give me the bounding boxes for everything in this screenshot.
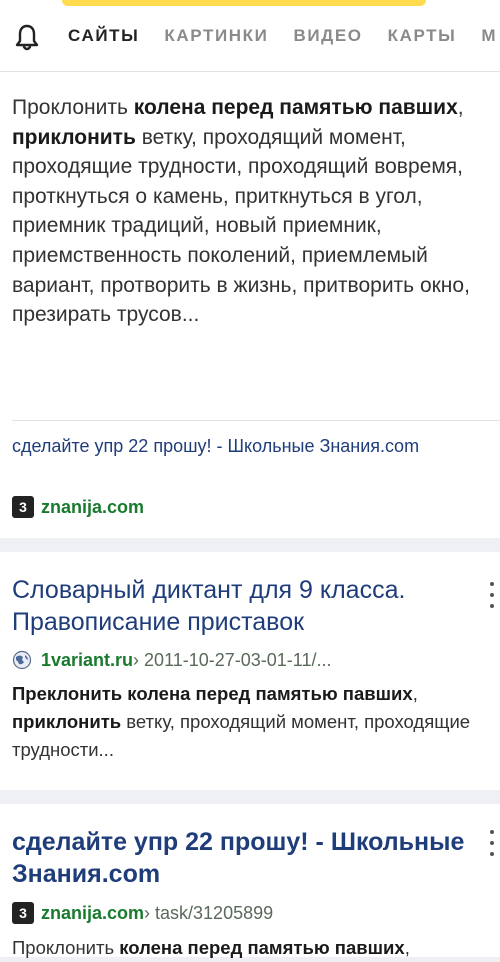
top-navigation-bar: САЙТЫ КАРТИНКИ ВИДЕО КАРТЫ М — [0, 0, 500, 72]
tab-sites[interactable]: САЙТЫ — [68, 26, 139, 50]
tab-more[interactable]: М — [481, 26, 497, 50]
snippet-highlight: приклонить — [12, 711, 122, 732]
snippet-highlight: Преклонить колена перед памятью павших — [12, 683, 413, 704]
tab-maps[interactable]: КАРТЫ — [388, 26, 457, 50]
snippet-text: ветку, проходящий момент, проходящие тру… — [12, 125, 470, 327]
snippet-highlight: колена перед памятью павших — [133, 96, 458, 119]
source-path: › 2011-10-27-03-01-11/... — [133, 649, 332, 670]
result-title-link[interactable]: сделайте упр 22 прошу! - Школьные Знания… — [12, 826, 482, 890]
source-path: › task/31205899 — [144, 902, 274, 923]
result-snippet: Проклонить колена перед памятью павших, … — [12, 93, 490, 330]
search-type-tabs: САЙТЫ КАРТИНКИ ВИДЕО КАРТЫ М — [68, 26, 500, 50]
source-line[interactable]: 3 znanija.com — [12, 494, 144, 520]
source-line[interactable]: 1variant.ru › 2011-10-27-03-01-11/... — [12, 647, 332, 673]
search-result-card: Проклонить колена перед памятью павших, … — [0, 72, 500, 538]
source-domain[interactable]: 1variant.ru — [41, 650, 133, 671]
result-title-link[interactable]: Словарный диктант для 9 класса. Правопис… — [12, 574, 482, 638]
znanija-logo-icon: 3 — [12, 902, 34, 924]
source-domain[interactable]: znanija.com — [41, 497, 144, 518]
snippet-text: , — [457, 96, 464, 119]
bell-icon[interactable] — [12, 22, 42, 52]
globe-favicon-icon — [12, 650, 32, 670]
snippet-text: , — [412, 683, 418, 704]
search-result-card: сделайте упр 22 прошу! - Школьные Знания… — [0, 804, 500, 958]
source-domain[interactable]: znanija.com — [41, 903, 144, 924]
snippet-highlight: колена перед памятью павших — [119, 937, 405, 958]
result-snippet: Преклонить колена перед памятью павших, … — [12, 680, 490, 764]
tab-images[interactable]: КАРТИНКИ — [164, 26, 268, 50]
snippet-text: Проклонить — [12, 96, 134, 119]
snippet-text: , — [404, 937, 410, 958]
divider — [12, 420, 500, 421]
snippet-highlight: приклонить — [12, 125, 136, 149]
snippet-text: Проклонить — [12, 937, 120, 958]
source-title-link[interactable]: сделайте упр 22 прошу! - Школьные Знания… — [12, 436, 498, 457]
result-snippet: Проклонить колена перед памятью павших, — [12, 934, 490, 962]
tab-video[interactable]: ВИДЕО — [293, 26, 362, 50]
more-options-icon[interactable] — [488, 582, 496, 608]
more-options-icon[interactable] — [488, 830, 496, 856]
search-result-card: Словарный диктант для 9 класса. Правопис… — [0, 552, 500, 790]
search-bar-edge[interactable] — [62, 0, 426, 6]
znanija-logo-icon: 3 — [12, 496, 34, 518]
source-line[interactable]: 3 znanija.com › task/31205899 — [12, 900, 273, 926]
